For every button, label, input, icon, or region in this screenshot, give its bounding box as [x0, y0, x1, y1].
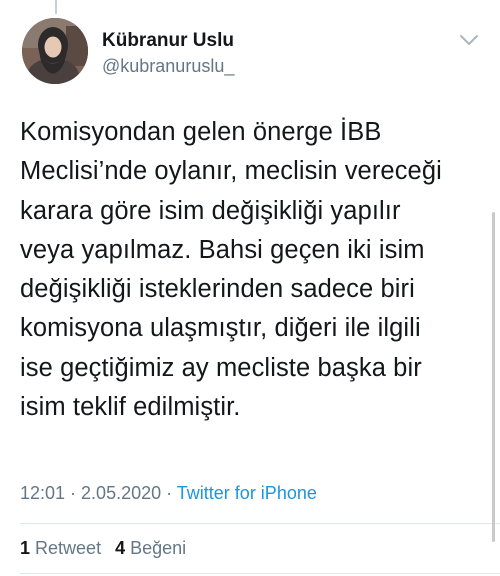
tweet-header: Kübranur Uslu @kubranuruslu_ — [20, 16, 480, 86]
chevron-down-icon[interactable] — [458, 32, 480, 48]
meta-separator: · — [65, 483, 82, 503]
tweet-date[interactable]: 2.05.2020 — [81, 483, 161, 503]
divider — [20, 523, 500, 524]
retweet-label: Retweet — [35, 538, 102, 558]
tweet-stats: 1 Retweet 4 Beğeni — [20, 538, 186, 559]
tweet-time[interactable]: 12:01 — [20, 483, 65, 503]
tweet-text-line: karara göre isim değişikliği yapılır — [20, 196, 401, 225]
like-label: Beğeni — [130, 538, 187, 558]
tweet-text: Komisyondan gelen önerge İBB Meclisi’nde… — [20, 113, 486, 427]
tweet-detail: Kübranur Uslu @kubranuruslu_ Komisyondan… — [0, 0, 500, 576]
author-display-name[interactable]: Kübranur Uslu — [102, 30, 234, 52]
tweet-text-line: ise geçtiğimiz ay mecliste başka bir — [20, 353, 422, 382]
tweet-source-link[interactable]: Twitter for iPhone — [177, 483, 317, 503]
divider — [20, 573, 500, 574]
likes-stat[interactable]: 4 Beğeni — [115, 538, 186, 558]
scrollbar[interactable] — [492, 212, 495, 542]
thread-connector-line — [55, 0, 57, 14]
tweet-text-line: Meclisi’nde oylanır, meclisin vereceği — [20, 157, 442, 186]
tweet-text-line: komisyona ulaşmıştır, diğeri ile ilgili — [20, 314, 421, 343]
tweet-text-line: Komisyondan gelen önerge İBB — [20, 118, 382, 146]
avatar-photo — [22, 18, 88, 84]
retweets-stat[interactable]: 1 Retweet — [20, 538, 101, 558]
meta-separator: · — [161, 483, 177, 503]
author-handle[interactable]: @kubranuruslu_ — [102, 56, 234, 77]
like-count: 4 — [115, 538, 126, 558]
tweet-text-line: veya yapılmaz. Bahsi geçen iki isim — [20, 235, 425, 264]
tweet-text-line: değişikliği isteklerinden sadece biri — [20, 275, 415, 304]
retweet-count: 1 — [20, 538, 31, 558]
avatar[interactable] — [22, 18, 88, 84]
tweet-text-line: isim teklif edilmiştir. — [20, 393, 241, 422]
tweet-metadata: 12:01 · 2.05.2020 · Twitter for iPhone — [20, 483, 317, 504]
